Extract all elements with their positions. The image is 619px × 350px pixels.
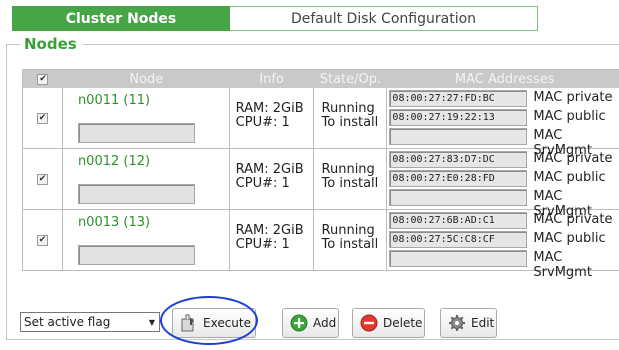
header-mac: MAC Addresses [454, 71, 555, 87]
nodes-table: ✔ Node Info State/Op. MAC Addresses ✔ n0… [22, 69, 619, 280]
node-link[interactable]: n0011 (11) [78, 93, 150, 108]
dropdown-arrow-icon: ▼ [148, 317, 155, 327]
delete-icon [360, 314, 378, 332]
table-row: ✔ n0013 (13) RAM: 2GiB CPU#: 1 Running T… [23, 210, 619, 280]
action-select-value: Set active flag [24, 315, 111, 329]
row-select: ✔ [23, 210, 63, 270]
execute-button[interactable]: Execute [172, 308, 256, 338]
mac-srvmgmt-input[interactable] [389, 250, 528, 267]
row-select: ✔ [23, 88, 63, 148]
header-node: Node [129, 71, 164, 87]
mac-public-label: MAC public [533, 231, 606, 246]
mac-srvmgmt-input[interactable] [389, 128, 528, 145]
node-cell: n0012 (12) [63, 149, 230, 209]
node-cell: n0013 (13) [63, 210, 230, 270]
state-value: Running [321, 162, 375, 177]
edit-button[interactable]: Edit [440, 308, 497, 338]
state-cell: Running To install [314, 149, 388, 209]
node-text-input[interactable] [77, 184, 195, 204]
state-cell: Running To install [314, 210, 388, 270]
state-value: Running [321, 223, 375, 238]
info-cell: RAM: 2GiB CPU#: 1 [230, 149, 314, 209]
mac-public-input[interactable]: 08:00:27:5C:C8:CF [389, 231, 528, 248]
add-icon [290, 314, 308, 332]
ram-value: RAM: 2GiB [235, 101, 304, 116]
delete-button[interactable]: Delete [352, 308, 425, 338]
mac-private-label: MAC private [533, 212, 613, 227]
info-cell: RAM: 2GiB CPU#: 1 [230, 88, 314, 148]
header-info: Info [259, 71, 284, 87]
checkbox-icon[interactable]: ✔ [37, 73, 49, 85]
tab-bar: Cluster Nodes Default Disk Configuration [12, 6, 538, 31]
tab-cluster-nodes[interactable]: Cluster Nodes [12, 6, 230, 31]
state-cell: Running To install [314, 88, 388, 148]
tab-default-disk-configuration[interactable]: Default Disk Configuration [230, 6, 538, 31]
mac-private-label: MAC private [533, 90, 613, 105]
checkbox-icon[interactable]: ✔ [36, 112, 48, 124]
op-value: To install [321, 115, 379, 130]
mac-public-input[interactable]: 08:00:27:E0:28:FD [389, 170, 528, 187]
op-value: To install [321, 237, 379, 252]
node-text-input[interactable] [77, 123, 195, 143]
row-select: ✔ [23, 149, 63, 209]
mac-public-input[interactable]: 08:00:27:19:22:13 [389, 109, 528, 126]
node-text-input[interactable] [77, 245, 195, 265]
node-link[interactable]: n0012 (12) [78, 154, 150, 169]
checkbox-icon[interactable]: ✔ [36, 234, 48, 246]
mac-srvmgmt-input[interactable] [389, 189, 528, 206]
op-value: To install [321, 176, 379, 191]
mac-public-label: MAC public [533, 109, 606, 124]
node-cell: n0011 (11) [63, 88, 230, 148]
fieldset-bottom-border [6, 339, 619, 340]
mac-private-label: MAC private [533, 151, 613, 166]
info-cell: RAM: 2GiB CPU#: 1 [230, 210, 314, 270]
mac-private-input[interactable]: 08:00:27:27:FD:BC [389, 90, 528, 107]
execute-icon [180, 314, 198, 332]
edit-label: Edit [471, 316, 495, 330]
mac-cell: 08:00:27:6B:AD:C1 08:00:27:5C:C8:CF MAC … [387, 210, 619, 280]
checkbox-icon[interactable]: ✔ [36, 173, 48, 185]
header-state: State/Op. [319, 71, 382, 87]
mac-srvmgmt-label: MAC SrvMgmt [533, 250, 592, 280]
delete-label: Delete [383, 316, 423, 330]
section-legend: Nodes [20, 35, 83, 53]
edit-gear-icon [448, 314, 466, 332]
table-row: ✔ n0012 (12) RAM: 2GiB CPU#: 1 Running T… [23, 149, 619, 219]
table-header: ✔ Node Info State/Op. MAC Addresses [23, 70, 619, 88]
add-button[interactable]: Add [282, 308, 339, 338]
table-row: ✔ n0011 (11) RAM: 2GiB CPU#: 1 Running T… [23, 88, 619, 158]
cpu-value: CPU#: 1 [235, 115, 290, 130]
ram-value: RAM: 2GiB [235, 162, 304, 177]
header-select-all[interactable]: ✔ [23, 70, 63, 88]
add-label: Add [313, 316, 337, 330]
mac-cell: 08:00:27:83:D7:DC 08:00:27:E0:28:FD MAC … [387, 149, 619, 219]
mac-public-label: MAC public [533, 170, 606, 185]
execute-label: Execute [203, 316, 251, 330]
node-link[interactable]: n0013 (13) [78, 215, 150, 230]
cpu-value: CPU#: 1 [235, 237, 290, 252]
mac-private-input[interactable]: 08:00:27:83:D7:DC [389, 151, 528, 168]
state-value: Running [321, 101, 375, 116]
mac-private-input[interactable]: 08:00:27:6B:AD:C1 [389, 212, 528, 229]
cpu-value: CPU#: 1 [235, 176, 290, 191]
ram-value: RAM: 2GiB [235, 223, 304, 238]
action-select[interactable]: Set active flag ▼ [20, 312, 160, 332]
mac-cell: 08:00:27:27:FD:BC 08:00:27:19:22:13 MAC … [387, 88, 619, 158]
